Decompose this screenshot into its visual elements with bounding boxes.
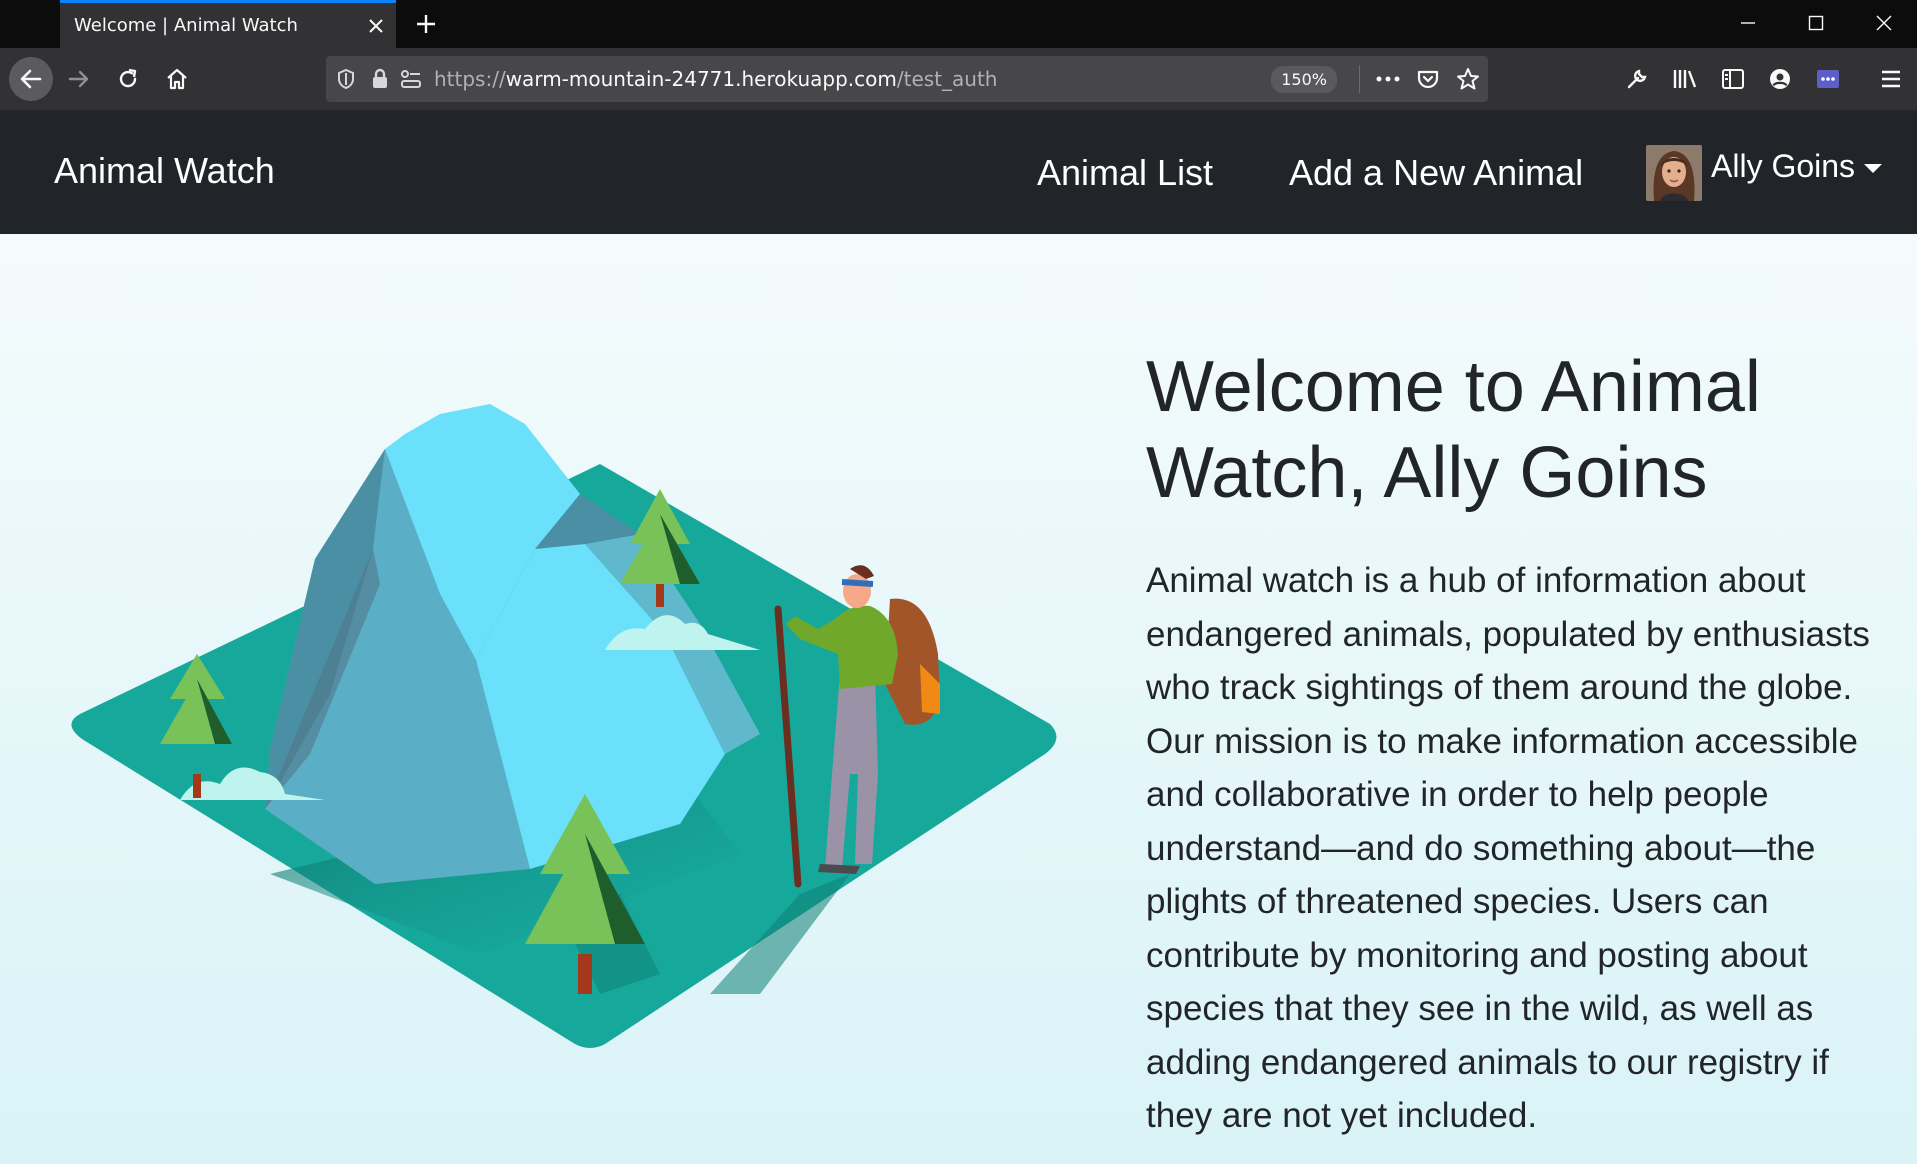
account-icon[interactable]	[1758, 57, 1802, 101]
url-scheme: https://	[434, 67, 506, 91]
browser-toolbar: https://warm-mountain-24771.herokuapp.co…	[0, 48, 1917, 110]
lock-icon[interactable]	[366, 56, 394, 102]
tab-strip: Welcome | Animal Watch	[0, 0, 1917, 48]
plus-icon[interactable]	[406, 4, 446, 44]
url-bar[interactable]: https://warm-mountain-24771.herokuapp.co…	[326, 56, 1488, 102]
reload-icon[interactable]	[106, 57, 150, 101]
mountain-hiker-illustration	[71, 404, 1057, 1048]
user-menu-name[interactable]: Ally Goins	[1711, 148, 1855, 185]
library-icon[interactable]	[1663, 57, 1707, 101]
extension-icon[interactable]	[1806, 57, 1850, 101]
url-path: /test_auth	[896, 67, 998, 91]
url-divider	[1359, 65, 1360, 93]
star-icon[interactable]	[1448, 56, 1488, 102]
hero-section: Welcome to Animal Watch, Ally Goins Anim…	[0, 234, 1917, 1164]
url-host: warm-mountain-24771.herokuapp.com	[505, 67, 897, 91]
sidebar-icon[interactable]	[1711, 57, 1755, 101]
minimize-icon[interactable]	[1714, 0, 1782, 46]
nav-link-add-animal[interactable]: Add a New Animal	[1289, 152, 1583, 194]
pocket-icon[interactable]	[1408, 56, 1448, 102]
app-navbar: Animal Watch Animal List Add a New Anima…	[0, 110, 1917, 234]
mission-paragraph: Animal watch is a hub of information abo…	[1146, 561, 1870, 1135]
permissions-icon[interactable]	[394, 56, 428, 102]
close-icon[interactable]	[356, 6, 396, 46]
arrow-right-icon[interactable]	[57, 57, 101, 101]
zoom-indicator[interactable]: 150%	[1271, 65, 1337, 93]
page-title: Welcome to Animal Watch, Ally Goins	[1146, 347, 1761, 513]
wrench-icon[interactable]	[1615, 57, 1659, 101]
window-close-icon[interactable]	[1850, 0, 1917, 46]
home-icon[interactable]	[155, 57, 199, 101]
caret-down-icon[interactable]	[1864, 164, 1882, 173]
nav-link-animal-list[interactable]: Animal List	[1037, 152, 1213, 194]
avatar[interactable]	[1646, 145, 1702, 201]
arrow-left-icon[interactable]	[9, 57, 53, 101]
maximize-icon[interactable]	[1782, 0, 1850, 46]
url-text[interactable]: https://warm-mountain-24771.herokuapp.co…	[428, 67, 1271, 91]
brand-link[interactable]: Animal Watch	[54, 150, 275, 192]
browser-tab[interactable]: Welcome | Animal Watch	[60, 0, 396, 48]
shield-icon[interactable]	[326, 56, 366, 102]
hamburger-icon[interactable]	[1869, 57, 1913, 101]
more-icon[interactable]	[1368, 56, 1408, 102]
tab-title: Welcome | Animal Watch	[74, 15, 298, 36]
